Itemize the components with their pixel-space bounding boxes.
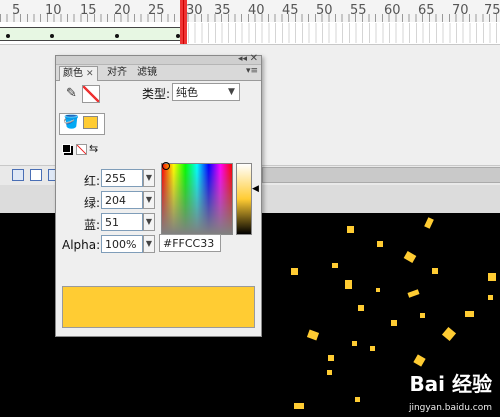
tab-align[interactable]: 对齐	[104, 66, 130, 80]
slider-arrow-icon[interactable]: ◀	[252, 184, 259, 194]
color-preview	[62, 286, 255, 328]
onion-outline-icon[interactable]	[30, 169, 42, 181]
green-dropdown[interactable]: ▼	[143, 191, 155, 209]
pencil-icon: ✎	[66, 86, 77, 101]
blue-dropdown[interactable]: ▼	[143, 213, 155, 231]
alpha-field[interactable]: 100%	[101, 235, 143, 253]
playhead-line	[183, 0, 184, 44]
yellow-fragment	[347, 226, 354, 233]
yellow-fragment	[413, 354, 426, 367]
lightness-slider[interactable]	[236, 163, 252, 235]
onion-skin-icon[interactable]	[12, 169, 24, 181]
yellow-fragment	[352, 341, 357, 346]
ruler-tick-label: 75	[484, 3, 500, 18]
yellow-fragment	[488, 295, 493, 300]
blue-field[interactable]: 51	[101, 213, 143, 231]
red-label: 红:	[84, 174, 101, 188]
yellow-fragment	[403, 251, 417, 263]
yellow-fragment	[332, 263, 338, 268]
yellow-fragment	[376, 288, 380, 292]
tab-color[interactable]: 颜色 ✕	[59, 66, 98, 81]
type-label: 类型:	[142, 87, 171, 101]
chevron-down-icon[interactable]: ▼	[228, 87, 235, 97]
alpha-dropdown[interactable]: ▼	[143, 235, 155, 253]
keyframe-dot[interactable]	[115, 34, 119, 38]
ruler-tick-label: 50	[316, 3, 333, 18]
tab-close-icon[interactable]: ✕	[86, 69, 94, 79]
ruler-tick-label: 25	[148, 3, 165, 18]
alpha-label: Alpha:	[62, 238, 101, 252]
color-spectrum[interactable]	[161, 163, 233, 235]
empty-frames-grid[interactable]	[188, 23, 500, 43]
yellow-fragment	[441, 326, 457, 342]
no-color-icon[interactable]	[76, 144, 87, 155]
ruler-tick-label: 30	[186, 3, 203, 18]
spectrum-crosshair[interactable]	[162, 162, 170, 170]
ruler-tick-label: 60	[384, 3, 401, 18]
red-field[interactable]: 255	[101, 169, 143, 187]
blue-label: 蓝:	[84, 218, 101, 232]
yellow-fragment	[345, 280, 352, 289]
watermark-url: jingyan.baidu.com	[408, 403, 492, 413]
stroke-color-swatch[interactable]	[82, 85, 100, 103]
yellow-fragment	[306, 329, 320, 341]
black-white-icon[interactable]	[62, 144, 71, 153]
color-panel[interactable]: ◂◂ ✕ 颜色 ✕ 对齐 滤镜 ▾≡ ✎ 类型: 纯色 ▼ 🪣 ⇆ 红: 255 …	[55, 53, 262, 337]
panel-menu-icon[interactable]: ▾≡	[246, 66, 258, 76]
ruler-tick-label: 35	[214, 3, 231, 18]
green-label: 绿:	[84, 196, 101, 210]
yellow-fragment	[391, 320, 397, 326]
yellow-fragment	[328, 355, 334, 361]
red-dropdown[interactable]: ▼	[143, 169, 155, 187]
motion-tween-span[interactable]	[0, 27, 180, 41]
yellow-fragment	[420, 313, 425, 318]
panel-titlebar[interactable]: ◂◂ ✕	[56, 53, 261, 65]
yellow-fragment	[294, 403, 304, 409]
close-icon[interactable]: ✕	[250, 53, 258, 64]
horizontal-scrollbar[interactable]	[262, 167, 500, 183]
yellow-fragment	[432, 268, 438, 274]
ruler-tick-label: 20	[114, 3, 131, 18]
yellow-fragment	[488, 273, 496, 281]
ruler-tick-label: 10	[45, 3, 62, 18]
keyframe-dot[interactable]	[50, 34, 54, 38]
yellow-fragment	[407, 289, 420, 298]
tab-filters[interactable]: 滤镜	[134, 66, 160, 80]
keyframe-dot[interactable]	[6, 34, 10, 38]
yellow-fragment	[465, 311, 474, 317]
ruler-tick-label: 65	[418, 3, 435, 18]
green-field[interactable]: 204	[101, 191, 143, 209]
ruler-tick-label: 5	[12, 3, 21, 18]
ruler-tick-label: 15	[80, 3, 97, 18]
fill-color-swatch[interactable]	[83, 116, 98, 129]
hex-field[interactable]: #FFCC33	[159, 234, 221, 252]
swap-colors-icon[interactable]: ⇆	[89, 142, 98, 155]
yellow-fragment	[355, 397, 360, 402]
ruler-tick-label: 45	[282, 3, 299, 18]
yellow-fragment	[377, 241, 383, 247]
collapse-icon[interactable]: ◂◂	[238, 54, 247, 64]
ruler-tick-label: 40	[248, 3, 265, 18]
yellow-fragment	[370, 346, 375, 351]
panel-tabs: 颜色 ✕ 对齐 滤镜 ▾≡	[56, 65, 261, 81]
timeline-ruler[interactable]: 5 10 15 20 25 30 35 40 45 50 55 60 65 70…	[0, 0, 500, 23]
yellow-fragment	[291, 268, 298, 275]
watermark-logo: Bai 经验	[409, 372, 492, 396]
ruler-tick-label: 55	[350, 3, 367, 18]
paint-bucket-icon: 🪣	[63, 115, 80, 130]
yellow-fragment	[358, 305, 364, 311]
yellow-fragment	[327, 370, 332, 375]
ruler-tick-label: 70	[452, 3, 469, 18]
yellow-fragment	[424, 217, 434, 229]
